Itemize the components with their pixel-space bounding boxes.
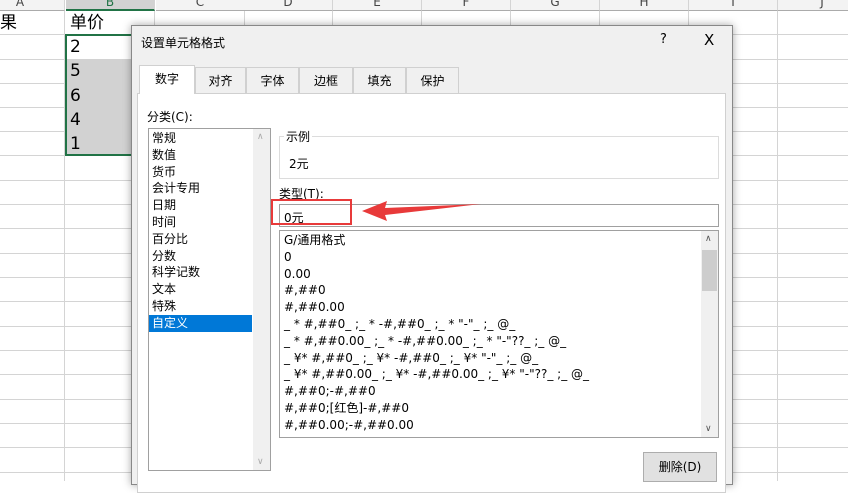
tab-number[interactable]: 数字 — [139, 65, 195, 94]
category-item[interactable]: 日期 — [149, 197, 252, 214]
category-list[interactable]: 常规 数值 货币 会计专用 日期 时间 百分比 分数 科学记数 文本 特殊 自定义 ∧ ∨ — [148, 128, 271, 471]
delete-button[interactable]: 删除(D) — [643, 452, 717, 482]
chevron-down-icon[interactable]: ∨ — [705, 424, 712, 434]
number-tab-panel: 分类(C): 常规 数值 货币 会计专用 日期 时间 百分比 分数 科学记数 文本 特殊 自定义 ∧ … — [137, 93, 726, 493]
column-header-f[interactable]: F — [422, 0, 511, 11]
format-list[interactable]: G/通用格式 0 0.00 #,##0 #,##0.00 _ * #,##0_ ;_ * … — [279, 230, 719, 438]
format-item[interactable]: 0 — [281, 249, 718, 266]
tab-alignment[interactable]: 对齐 — [195, 67, 246, 93]
format-scrollbar[interactable]: ∧ ∨ — [701, 231, 718, 437]
tab-protection[interactable]: 保护 — [406, 67, 459, 93]
annotation-arrow-icon — [362, 201, 481, 221]
format-cells-dialog: 设置单元格格式 ? X 数字 对齐 字体 边框 填充 保护 分类(C): 常规数… — [131, 25, 733, 493]
chevron-up-icon[interactable]: ∧ — [705, 234, 712, 244]
category-label: 分类(C): — [147, 110, 193, 124]
format-item[interactable]: _ ¥* #,##0.00_ ;_ ¥* -#,##0.00_ ;_ ¥* "-… — [281, 366, 718, 383]
dialog-title: 设置单元格格式 — [141, 36, 226, 50]
format-item[interactable]: G/通用格式 — [281, 232, 718, 249]
tab-border[interactable]: 边框 — [299, 67, 353, 93]
tab-fill[interactable]: 填充 — [353, 67, 406, 93]
format-item[interactable]: _ * #,##0_ ;_ * -#,##0_ ;_ * "-"_ ;_ @_ — [281, 316, 718, 333]
column-header-h[interactable]: H — [600, 0, 689, 11]
category-item[interactable]: 时间 — [149, 214, 252, 231]
format-item[interactable]: #,##0 — [281, 282, 718, 299]
format-item[interactable]: _ * #,##0.00_ ;_ * -#,##0.00_ ;_ * "-"??… — [281, 333, 718, 350]
chevron-down-icon[interactable]: ∨ — [257, 457, 264, 467]
cell-b1[interactable]: 单价 — [66, 11, 104, 35]
category-item[interactable]: 会计专用 — [149, 180, 252, 197]
column-header-j[interactable]: J — [778, 0, 848, 11]
column-header-d[interactable]: D — [244, 0, 333, 11]
category-item[interactable]: 常规 — [149, 130, 252, 147]
category-scrollbar[interactable]: ∧ ∨ — [253, 129, 270, 470]
format-item[interactable]: #,##0;[红色]-#,##0 — [281, 400, 718, 417]
column-header-i[interactable]: I — [689, 0, 778, 11]
sample-group: 示例 2元 — [279, 128, 719, 179]
column-header-a[interactable]: A — [0, 0, 65, 11]
sample-value: 2元 — [289, 157, 309, 171]
close-button[interactable]: X — [704, 31, 714, 49]
category-item[interactable]: 文本 — [149, 281, 252, 298]
gridline — [777, 11, 778, 481]
column-header-c[interactable]: C — [156, 0, 245, 11]
category-item[interactable]: 分数 — [149, 248, 252, 265]
format-item[interactable]: #,##0;-#,##0 — [281, 383, 718, 400]
category-item[interactable]: 百分比 — [149, 231, 252, 248]
category-item[interactable]: 特殊 — [149, 298, 252, 315]
tab-font[interactable]: 字体 — [246, 67, 299, 93]
cell-a1[interactable]: 果 — [0, 11, 17, 35]
category-item[interactable]: 数值 — [149, 147, 252, 164]
sample-label: 示例 — [284, 128, 313, 145]
scrollbar-thumb[interactable] — [702, 250, 717, 291]
category-item[interactable]: 科学记数 — [149, 264, 252, 281]
category-item[interactable]: 自定义 — [149, 314, 252, 332]
format-item[interactable]: 0.00 — [281, 266, 718, 283]
help-button[interactable]: ? — [660, 32, 667, 47]
column-header-b[interactable]: B — [66, 0, 155, 11]
format-item[interactable]: #,##0.00;-#,##0.00 — [281, 417, 718, 434]
annotation-highlight-box — [271, 199, 352, 225]
category-item[interactable]: 货币 — [149, 164, 252, 181]
column-header-g[interactable]: G — [511, 0, 600, 11]
column-header-e[interactable]: E — [333, 0, 422, 11]
format-item[interactable]: #,##0.00 — [281, 299, 718, 316]
format-item[interactable]: _ ¥* #,##0_ ;_ ¥* -#,##0_ ;_ ¥* "-"_ ;_ … — [281, 350, 718, 367]
chevron-up-icon[interactable]: ∧ — [257, 132, 264, 142]
